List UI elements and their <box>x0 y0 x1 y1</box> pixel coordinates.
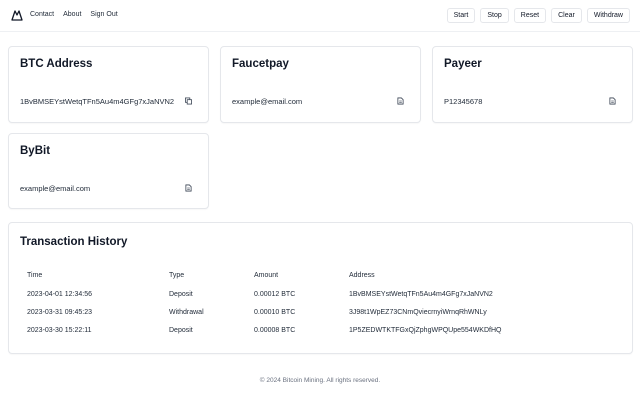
transaction-history-title: Transaction History <box>20 236 128 248</box>
cell-type: Withdrawal <box>169 309 204 316</box>
faucetpay-value: example@email.com <box>232 97 303 106</box>
column-header-amount: Amount <box>254 272 279 279</box>
clear-button[interactable]: Clear <box>551 8 582 23</box>
card-title: BTC Address <box>20 58 93 70</box>
withdraw-button[interactable]: Withdraw <box>586 8 630 23</box>
cell-time: 2023-03-30 15:22:11 <box>27 327 92 334</box>
cell-amount: 0.00010 BTC <box>254 309 296 316</box>
bybit-value: example@email.com <box>20 184 91 193</box>
cell-amount: 0.00012 BTC <box>254 291 296 298</box>
transaction-history-card: Transaction History Time Type Amount Add… <box>8 222 633 354</box>
payeer-value: P12345678 <box>444 97 483 106</box>
bybit-card: ByBit example@email.com <box>8 133 209 209</box>
document-icon[interactable] <box>609 97 616 105</box>
logo-icon[interactable] <box>11 9 23 21</box>
document-icon[interactable] <box>397 97 404 105</box>
column-header-type: Type <box>169 272 185 279</box>
card-title: Payeer <box>444 58 482 70</box>
cell-address: 3J98t1WpEZ73CNmQviecrnyiWrnqRhWNLy <box>349 309 487 316</box>
column-header-address: Address <box>349 272 375 279</box>
copy-icon[interactable] <box>185 97 192 105</box>
card-title: Faucetpay <box>232 58 289 70</box>
cell-amount: 0.00008 BTC <box>254 327 296 334</box>
nav-link-about[interactable]: About <box>63 11 81 18</box>
cell-address: 1BvBMSEYstWetqTFn5Au4m4GFg7xJaNVN2 <box>349 291 493 298</box>
card-title: ByBit <box>20 145 51 157</box>
cell-type: Deposit <box>169 291 193 298</box>
footer-copyright: © 2024 Bitcoin Mining. All rights reserv… <box>259 377 381 384</box>
column-header-time: Time <box>27 272 43 279</box>
btc-address-card: BTC Address 1BvBMSEYstWetqTFn5Au4m4GFg7x… <box>8 46 209 123</box>
faucetpay-card: Faucetpay example@email.com <box>220 46 421 123</box>
cell-type: Deposit <box>169 327 193 334</box>
btc-address-value: 1BvBMSEYstWetqTFn5Au4m4GFg7xJaNVN2 <box>20 97 175 106</box>
cell-time: 2023-04-01 12:34:56 <box>27 291 92 298</box>
cell-time: 2023-03-31 09:45:23 <box>27 309 92 316</box>
start-button[interactable]: Start <box>446 8 476 23</box>
document-icon[interactable] <box>185 184 192 192</box>
nav-link-sign-out[interactable]: Sign Out <box>90 11 117 18</box>
top-nav: Contact About Sign Out Start Stop Reset … <box>0 0 640 32</box>
reset-button[interactable]: Reset <box>513 8 547 23</box>
payeer-card: Payeer P12345678 <box>432 46 633 123</box>
nav-link-contact[interactable]: Contact <box>30 11 54 18</box>
stop-button[interactable]: Stop <box>480 8 509 23</box>
cell-address: 1P5ZEDWTKTFGxQjZphgWPQUpe554WKDfHQ <box>349 327 502 334</box>
